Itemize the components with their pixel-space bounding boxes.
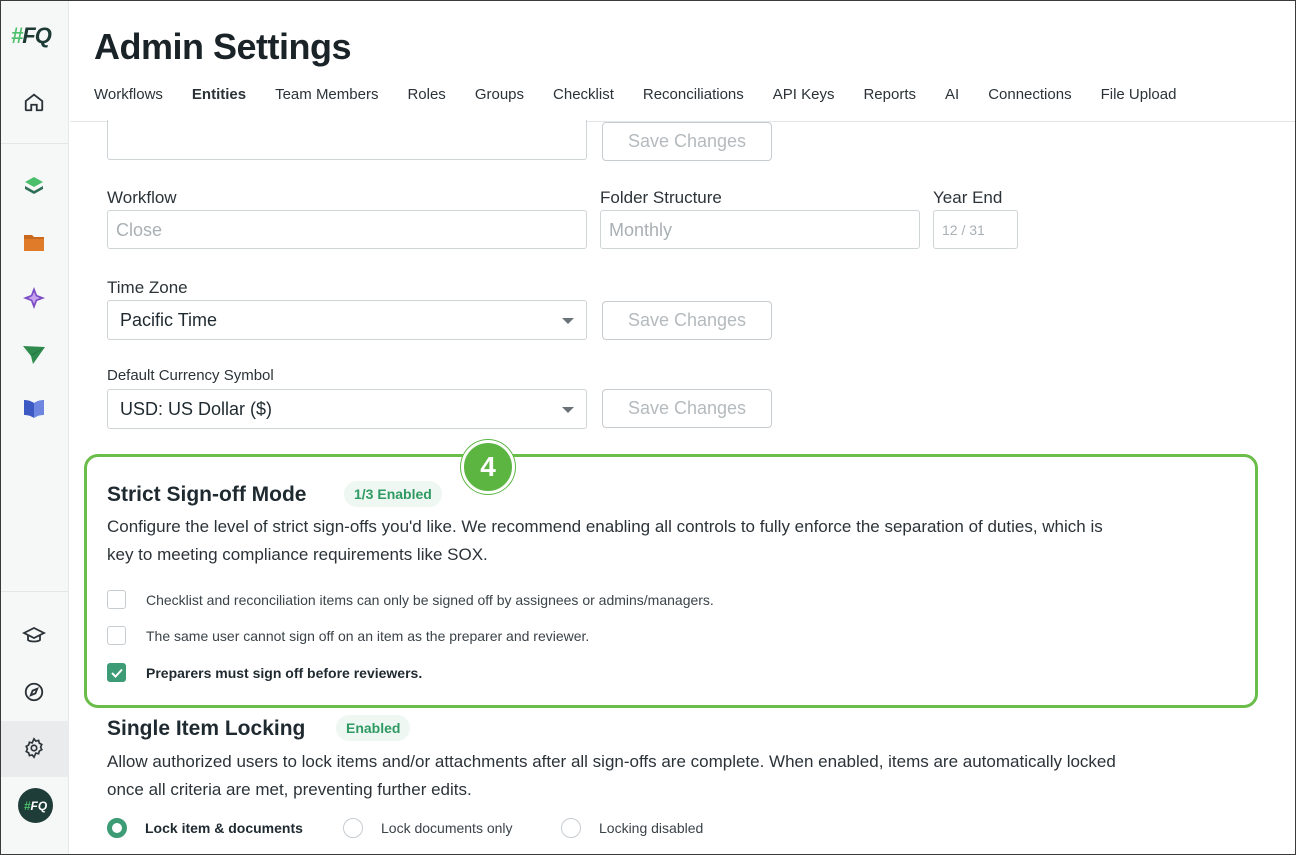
checkmark-icon	[110, 668, 123, 678]
tab-ai[interactable]: AI	[945, 86, 959, 122]
tab-file-upload[interactable]: File Upload	[1101, 86, 1177, 122]
locking-option-label: Lock item & documents	[145, 820, 303, 836]
partial-input[interactable]	[107, 120, 587, 160]
save-changes-button[interactable]: Save Changes	[602, 301, 772, 340]
step-number-badge: 4	[461, 440, 515, 494]
tab-checklist[interactable]: Checklist	[553, 86, 614, 122]
signoff-option-label: The same user cannot sign off on an item…	[146, 627, 590, 644]
signoff-option-label: Preparers must sign off before reviewers…	[146, 664, 423, 681]
page-title: Admin Settings	[94, 26, 352, 67]
time-zone-select[interactable]: Pacific Time	[107, 300, 587, 340]
currency-label: Default Currency Symbol	[107, 367, 274, 384]
compass-icon[interactable]	[21, 679, 47, 705]
radio-selected[interactable]	[107, 818, 127, 838]
strict-signoff-description-line1: Configure the level of strict sign-offs …	[107, 517, 1103, 536]
sidebar-divider	[1, 143, 69, 144]
folder-icon[interactable]	[21, 229, 47, 255]
app-logo[interactable]: #FQ	[11, 23, 52, 49]
folder-structure-label: Folder Structure	[600, 188, 722, 207]
year-end-label: Year End	[933, 188, 1003, 207]
status-badge: Enabled	[336, 715, 411, 741]
checkbox[interactable]	[107, 590, 126, 609]
sidebar-divider	[1, 591, 69, 592]
signoff-option-label: Checklist and reconciliation items can o…	[146, 591, 714, 608]
locking-option-label: Lock documents only	[381, 820, 513, 836]
item-locking-description-line1: Allow authorized users to lock items and…	[107, 752, 1116, 771]
tab-reconciliations[interactable]: Reconciliations	[643, 86, 744, 122]
save-changes-button[interactable]: Save Changes	[602, 389, 772, 428]
sparkle-icon[interactable]	[21, 285, 47, 311]
graduation-cap-icon[interactable]	[21, 623, 47, 649]
tab-api-keys[interactable]: API Keys	[773, 86, 835, 122]
tab-team-members[interactable]: Team Members	[275, 86, 378, 122]
signoff-option[interactable]: Preparers must sign off before reviewers…	[107, 663, 422, 682]
time-zone-value: Pacific Time	[120, 310, 218, 330]
checkbox[interactable]	[107, 626, 126, 645]
locking-option[interactable]: Locking disabled	[561, 818, 703, 838]
tab-roles[interactable]: Roles	[407, 86, 445, 122]
tab-entities[interactable]: Entities	[191, 86, 247, 122]
folder-structure-input[interactable]: Monthly	[600, 210, 920, 249]
locking-option-label: Locking disabled	[599, 820, 704, 836]
save-changes-button[interactable]: Save Changes	[602, 122, 772, 161]
send-icon[interactable]	[21, 341, 47, 367]
chevron-down-icon	[562, 318, 574, 324]
tab-reports[interactable]: Reports	[863, 86, 916, 122]
item-locking-description-line2: once all criteria are met, preventing fu…	[107, 780, 472, 799]
status-badge: 1/3 Enabled	[344, 481, 442, 507]
checkbox-checked[interactable]	[107, 663, 126, 682]
tab-bar: Workflows Entities Team Members Roles Gr…	[94, 86, 1205, 122]
avatar[interactable]: # FQ	[18, 788, 53, 823]
strict-signoff-title: Strict Sign-off Mode	[107, 483, 307, 506]
currency-select[interactable]: USD: US Dollar ($)	[107, 389, 587, 429]
book-icon[interactable]	[21, 395, 47, 421]
tab-groups[interactable]: Groups	[475, 86, 524, 122]
signoff-option[interactable]: Checklist and reconciliation items can o…	[107, 590, 714, 609]
gear-icon[interactable]	[21, 735, 47, 761]
workflow-label: Workflow	[107, 188, 177, 207]
sidebar: #FQ # FQ	[1, 1, 69, 854]
locking-option[interactable]: Lock item & documents	[107, 818, 303, 838]
time-zone-label: Time Zone	[107, 278, 188, 297]
radio[interactable]	[561, 818, 581, 838]
item-locking-title: Single Item Locking	[107, 717, 306, 740]
signoff-option[interactable]: The same user cannot sign off on an item…	[107, 626, 589, 645]
tab-workflows[interactable]: Workflows	[94, 86, 163, 122]
strict-signoff-description-line2: key to meeting compliance requirements l…	[107, 545, 488, 564]
locking-option[interactable]: Lock documents only	[343, 818, 513, 838]
tab-connections[interactable]: Connections	[988, 86, 1071, 122]
chevron-down-icon	[562, 407, 574, 413]
home-icon[interactable]	[21, 89, 47, 115]
layers-icon[interactable]	[21, 173, 47, 199]
currency-value: USD: US Dollar ($)	[120, 399, 273, 419]
radio[interactable]	[343, 818, 363, 838]
workflow-input[interactable]: Close	[107, 210, 587, 249]
year-end-input[interactable]: 12 / 31	[933, 210, 1018, 249]
